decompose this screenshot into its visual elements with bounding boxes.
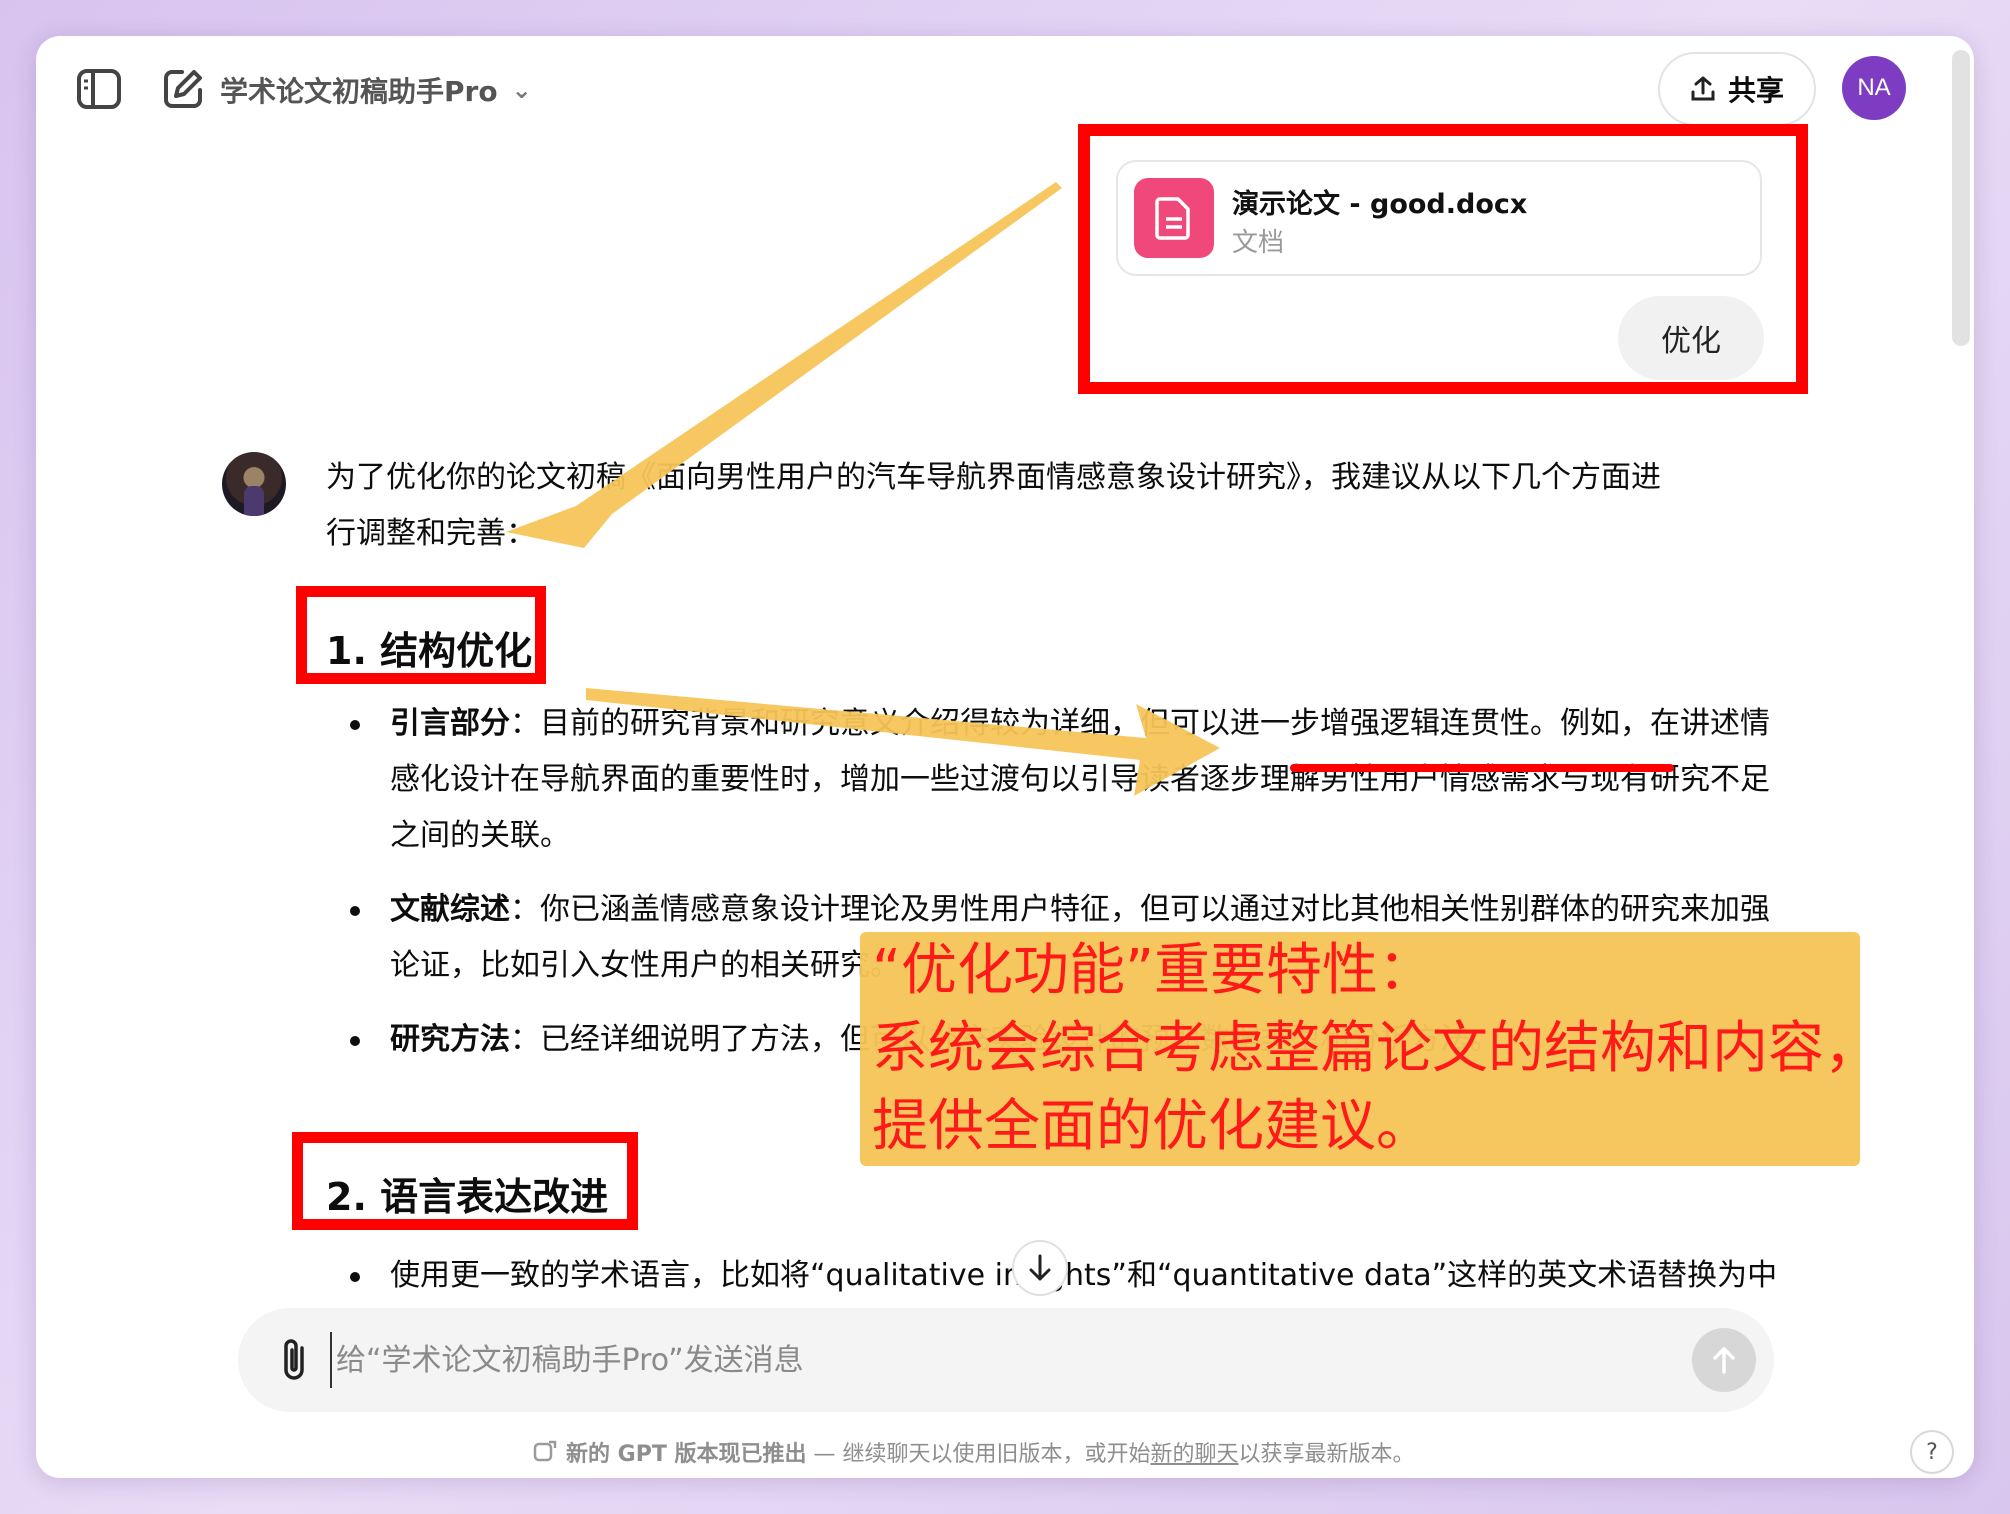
new-chat-link[interactable]: 新的聊天 — [1151, 1442, 1239, 1467]
scroll-to-bottom-button[interactable] — [1012, 1240, 1068, 1296]
callout-line-3: 提供全面的优化建议。 — [872, 1094, 1432, 1159]
refresh-icon — [533, 1440, 557, 1462]
annotation-arrows — [506, 182, 1220, 796]
paperclip-icon[interactable] — [276, 1336, 316, 1384]
send-button[interactable] — [1692, 1328, 1756, 1392]
annotation-callout: “优化功能”重要特性： 系统会综合考虑整篇论文的结构和内容， 提供全面的优化建议… — [860, 932, 1860, 1166]
annotation-arrow-2 — [586, 688, 1220, 796]
chat-window: 学术论文初稿助手Pro ⌄ 共享 NA 演示论文 - good.docx 文档 … — [36, 36, 1974, 1478]
help-button[interactable]: ? — [1910, 1430, 1954, 1474]
callout-line-2: 系统会综合考虑整篇论文的结构和内容， — [872, 1016, 1860, 1081]
message-input[interactable] — [330, 1332, 1630, 1388]
version-notice: 新的 GPT 版本现已推出 — 继续聊天以使用旧版本，或开始新的聊天以获享最新版… — [532, 1436, 1415, 1468]
arrow-down-icon — [1029, 1254, 1051, 1281]
arrow-up-icon — [1713, 1347, 1735, 1374]
callout-line-1: “优化功能”重要特性： — [872, 938, 1435, 1003]
annotation-arrow-1 — [506, 182, 1062, 548]
message-composer — [238, 1308, 1774, 1412]
